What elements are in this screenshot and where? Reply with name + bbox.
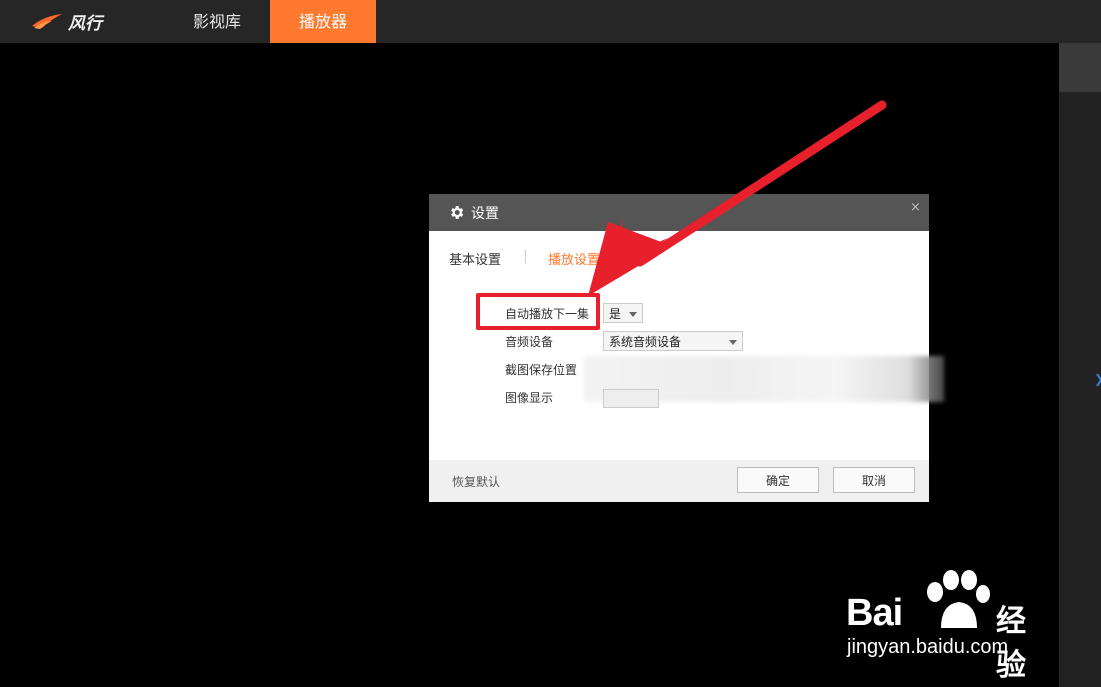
chevron-down-icon: [729, 340, 737, 345]
tab-divider: [525, 250, 526, 263]
settings-dialog: 设置 × 基本设置 播放设置 自动播放下一集 是 音频设备 系统音频设备 截图保…: [429, 194, 944, 502]
logo-text: 风行: [68, 13, 102, 34]
autoplay-next-select[interactable]: 是: [603, 303, 643, 323]
cancel-button[interactable]: 取消: [833, 467, 915, 493]
label-audio-device: 音频设备: [505, 335, 554, 349]
label-image-display: 图像显示: [505, 391, 554, 405]
dialog-body: 基本设置 播放设置 自动播放下一集 是 音频设备 系统音频设备 截图保存位置 图…: [429, 231, 944, 460]
dialog-footer: 恢复默认 确定 取消: [429, 460, 929, 502]
baidu-paw-icon: [927, 570, 990, 628]
sidebar-edge-chevron-icon[interactable]: ❯: [1094, 372, 1101, 386]
right-sidebar: [1059, 43, 1101, 687]
fengxing-logo-icon: [32, 14, 62, 29]
annotation-highlight-box: [476, 293, 600, 330]
baidu-watermark: Bai 经验 jingyan.baidu.com: [843, 570, 1053, 683]
image-display-select[interactable]: [603, 389, 659, 408]
chevron-down-icon: [629, 312, 637, 317]
dialog-header: 设置 ×: [429, 194, 929, 231]
label-screenshot-location: 截图保存位置: [505, 363, 578, 377]
autoplay-next-value: 是: [609, 307, 622, 321]
tab-basic-settings[interactable]: 基本设置: [449, 249, 501, 268]
fengxing-logo[interactable]: 风行: [30, 8, 120, 34]
close-icon[interactable]: ×: [910, 200, 921, 215]
tab-player[interactable]: 播放器: [270, 0, 376, 43]
watermark-brand: Bai: [846, 592, 903, 634]
ok-button[interactable]: 确定: [737, 467, 819, 493]
watermark-url: jingyan.baidu.com: [847, 636, 1009, 658]
tab-playback-settings[interactable]: 播放设置: [548, 249, 600, 268]
top-bar: 风行 影视库 播放器: [0, 0, 1101, 43]
restore-defaults-link[interactable]: 恢复默认: [452, 473, 500, 490]
tab-library[interactable]: 影视库: [174, 0, 260, 43]
audio-device-select[interactable]: 系统音频设备: [603, 331, 743, 351]
gear-icon: [451, 206, 464, 219]
audio-device-value: 系统音频设备: [609, 335, 682, 349]
dialog-title: 设置: [471, 206, 499, 222]
sidebar-top-block[interactable]: [1059, 43, 1101, 92]
